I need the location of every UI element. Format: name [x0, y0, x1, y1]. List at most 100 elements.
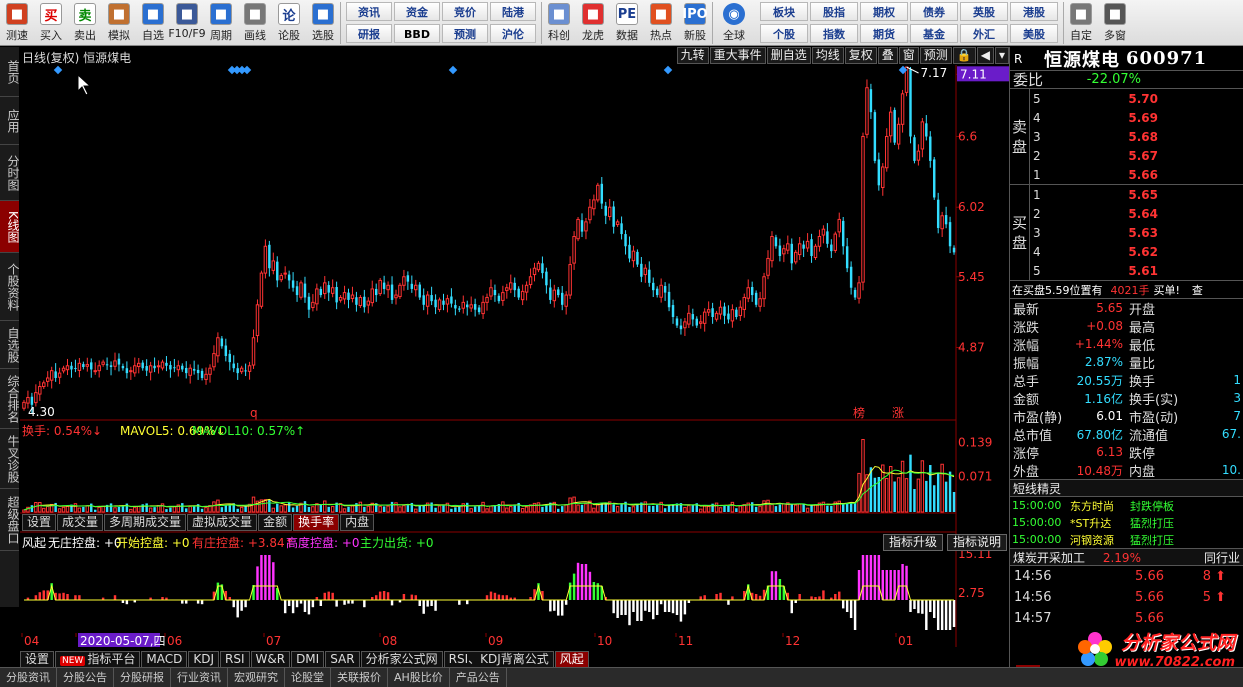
order-row[interactable]: 2 5.64: [1030, 204, 1243, 223]
left-tab[interactable]: 超级盘口: [0, 489, 20, 551]
order-row[interactable]: 5 5.70: [1030, 89, 1243, 108]
toolbar-text-button[interactable]: 研报: [346, 24, 392, 43]
multi-window-button[interactable]: ■ 多窗: [1098, 0, 1132, 46]
toolbar-market-button[interactable]: 英股: [960, 2, 1008, 21]
volume-indicator-tab[interactable]: 成交量: [57, 514, 104, 531]
bottom-indicator-tab[interactable]: NEW 指标平台: [55, 651, 141, 668]
bottom-indicator-tab[interactable]: RSI: [220, 651, 250, 668]
volume-indicator-tab[interactable]: 换手率: [293, 514, 340, 531]
clock-button[interactable]: ■ 测速: [0, 0, 34, 46]
toolbar-text-button[interactable]: 资金: [394, 2, 440, 21]
toolbar-text-button[interactable]: 竞价: [442, 2, 488, 21]
pe-button[interactable]: PE 数据: [610, 0, 644, 46]
toolbar-market-button[interactable]: 指数: [810, 24, 858, 43]
discuss-button[interactable]: 论论股: [272, 0, 306, 46]
short-elf-header[interactable]: 短线精灵: [1010, 479, 1243, 497]
order-row[interactable]: 2 5.67: [1030, 146, 1243, 165]
buy-note-more-link[interactable]: 查: [1192, 282, 1203, 298]
bottom-indicator-tab[interactable]: DMI: [291, 651, 325, 668]
indicator-action-button[interactable]: 指标说明: [946, 534, 1007, 551]
globe-button[interactable]: ◉ 全球: [713, 0, 755, 46]
event-diamond-icon[interactable]: [448, 65, 458, 75]
toolbar-market-button[interactable]: 美股: [1010, 24, 1058, 43]
left-tab[interactable]: 综合排名: [0, 369, 20, 429]
volume-indicator-tab[interactable]: 金额: [258, 514, 293, 531]
cycle-button[interactable]: ■ 周期: [204, 0, 238, 46]
hot-button[interactable]: ■ 热点: [644, 0, 678, 46]
bottom-indicator-tab[interactable]: 分析家公式网: [360, 651, 443, 668]
select-stock-button[interactable]: ■ 选股: [306, 0, 340, 46]
status-bar-tab[interactable]: 分股研报: [114, 668, 171, 687]
toolbar-text-button[interactable]: 预测: [442, 24, 488, 43]
status-bar-tab[interactable]: AH股比价: [388, 668, 450, 687]
toolbar-text-button[interactable]: 沪伦: [490, 24, 536, 43]
toolbar-text-button[interactable]: BBD: [394, 24, 440, 43]
bottom-indicator-tab[interactable]: SAR: [325, 651, 360, 668]
dragon-button[interactable]: ■ 龙虎: [576, 0, 610, 46]
chart-canvas[interactable]: 4.875.456.026.67.117.117.174.30q榜涨换手: 0.…: [20, 47, 1009, 667]
chart-button[interactable]: ■ 科创: [542, 0, 576, 46]
sector-header[interactable]: 煤炭开采加工 2.19% 同行业: [1010, 548, 1243, 566]
status-bar-tab[interactable]: 宏观研究: [228, 668, 285, 687]
ipo-button[interactable]: IPO 新股: [678, 0, 712, 46]
left-tab[interactable]: 自选股: [0, 321, 20, 369]
order-row[interactable]: 3 5.68: [1030, 127, 1243, 146]
bottom-indicator-tab[interactable]: KDJ: [188, 651, 219, 668]
order-row[interactable]: 4 5.69: [1030, 108, 1243, 127]
pencil-button[interactable]: ■ 画线: [238, 0, 272, 46]
event-diamond-icon[interactable]: [242, 65, 252, 75]
order-row[interactable]: 1 5.66: [1030, 165, 1243, 184]
indicator-action-button[interactable]: 指标升级: [882, 534, 943, 551]
left-tab[interactable]: 首页: [0, 47, 20, 97]
order-row[interactable]: 1 5.65: [1030, 185, 1243, 204]
order-row[interactable]: 3 5.63: [1030, 223, 1243, 242]
volume-indicator-tab[interactable]: 多周期成交量: [104, 514, 187, 531]
status-bar-tab[interactable]: 论股堂: [285, 668, 331, 687]
left-tab[interactable]: K线图: [0, 201, 20, 253]
bottom-indicator-tab[interactable]: RSI、KDJ背离公式: [443, 651, 554, 668]
toolbar-market-button[interactable]: 板块: [760, 2, 808, 21]
custom-button[interactable]: ■ 自定: [1064, 0, 1098, 46]
chart-annotation[interactable]: 涨: [892, 405, 904, 420]
left-tab[interactable]: 个股资料: [0, 253, 20, 321]
status-bar-tab[interactable]: 产品公告: [450, 668, 507, 687]
star-button[interactable]: ■ 自选: [136, 0, 170, 46]
toolbar-text-button[interactable]: 陆港: [490, 2, 536, 21]
status-bar-tab[interactable]: 分股资讯: [0, 668, 57, 687]
order-row[interactable]: 5 5.61: [1030, 261, 1243, 280]
order-row[interactable]: 4 5.62: [1030, 242, 1243, 261]
bottom-indicator-tab[interactable]: MACD: [141, 651, 188, 668]
toolbar-market-button[interactable]: 期权: [860, 2, 908, 21]
toolbar-market-button[interactable]: 个股: [760, 24, 808, 43]
volume-indicator-tab[interactable]: 虚拟成交量: [187, 514, 258, 531]
event-diamond-icon[interactable]: [663, 65, 673, 75]
status-bar-tab[interactable]: 关联报价: [331, 668, 388, 687]
toolbar-market-button[interactable]: 外汇: [960, 24, 1008, 43]
left-tab[interactable]: 应用: [0, 97, 20, 145]
toolbar-market-button[interactable]: 基金: [910, 24, 958, 43]
status-bar-tab[interactable]: 行业资讯: [171, 668, 228, 687]
left-tab[interactable]: 牛叉诊股: [0, 429, 20, 489]
toolbar-market-button[interactable]: 港股: [1010, 2, 1058, 21]
kline-chart-area[interactable]: 日线(复权) 恒源煤电 九转 重大事件 删自选 均线 复权叠窗预测 🔒 ◀ ▾ 4.87 5.4…: [20, 47, 1009, 668]
bottom-indicator-tab[interactable]: 风起: [554, 651, 589, 668]
chart-annotation[interactable]: q: [250, 406, 258, 420]
bottom-indicator-tab[interactable]: W&R: [250, 651, 291, 668]
toolbar-market-button[interactable]: 股指: [810, 2, 858, 21]
toolbar-market-button[interactable]: 债券: [910, 2, 958, 21]
sell-button[interactable]: 卖卖出: [68, 0, 102, 46]
short-elf-item[interactable]: 15:00:00 东方时尚 封跌停板: [1010, 497, 1243, 514]
document-button[interactable]: ■ F10/F9: [168, 0, 206, 46]
left-tab[interactable]: 分时图: [0, 145, 20, 201]
volume-indicator-tab[interactable]: 设置: [22, 514, 57, 531]
toolbar-market-button[interactable]: 期货: [860, 24, 908, 43]
event-diamond-icon[interactable]: [53, 65, 63, 75]
chart-annotation[interactable]: 榜: [853, 405, 865, 420]
buy-button[interactable]: 买买入: [34, 0, 68, 46]
sector-more-link[interactable]: 同行业: [1204, 549, 1243, 565]
short-elf-item[interactable]: 15:00:00 河钢资源 猛烈打压: [1010, 531, 1243, 548]
status-bar-tab[interactable]: 分股公告: [57, 668, 114, 687]
volume-indicator-tab[interactable]: 内盘: [340, 514, 375, 531]
bottom-indicator-tab[interactable]: 设置: [20, 651, 55, 668]
hammer-button[interactable]: ■ 模拟: [102, 0, 136, 46]
